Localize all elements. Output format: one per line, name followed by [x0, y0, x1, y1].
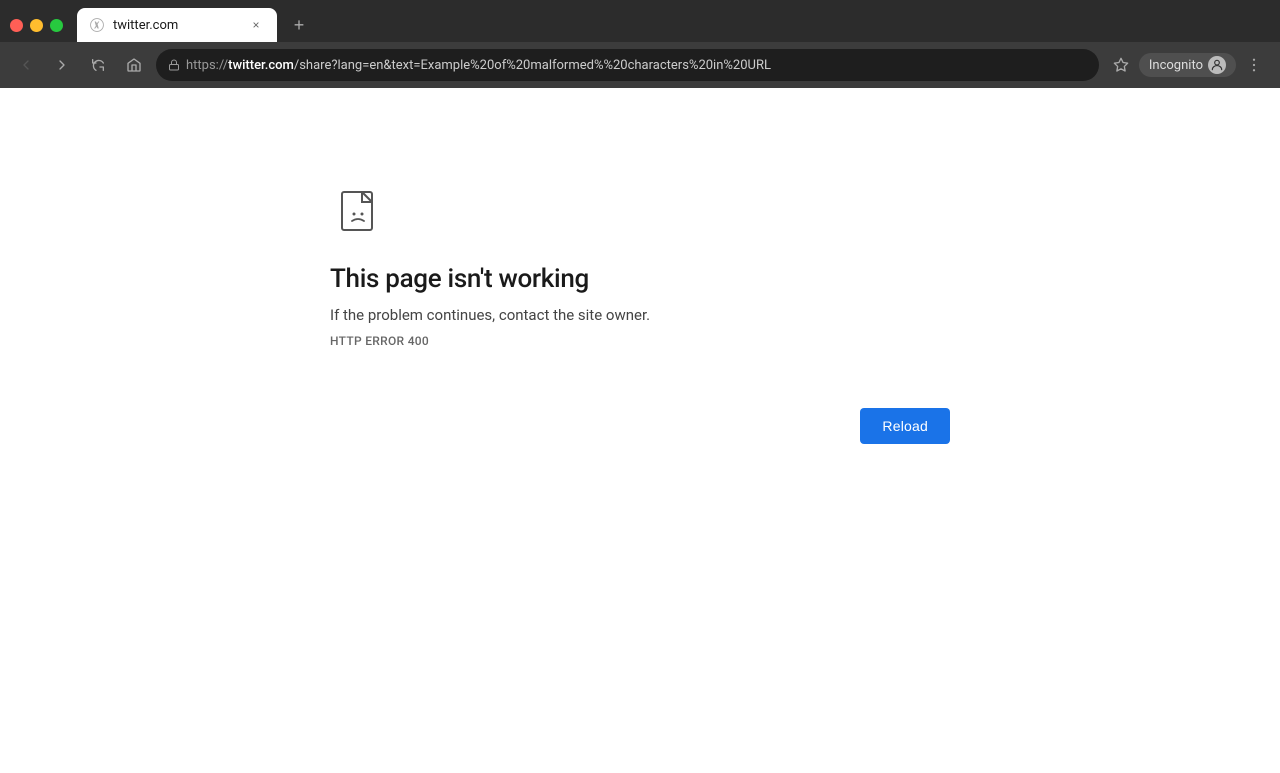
address-bar-right: Incognito: [1107, 51, 1268, 79]
error-heading: This page isn't working: [330, 264, 589, 294]
url-domain: twitter.com: [228, 58, 294, 73]
browser-chrome: twitter.com × +: [0, 0, 1280, 88]
url-protocol: https://: [186, 58, 228, 73]
window-controls: [10, 19, 63, 32]
incognito-label: Incognito: [1149, 58, 1203, 73]
page-inner: This page isn't working If the problem c…: [0, 188, 1280, 444]
tab-title: twitter.com: [113, 18, 239, 33]
page-reload-button[interactable]: Reload: [860, 408, 950, 444]
content-row: Reload: [330, 408, 950, 444]
reload-button[interactable]: [84, 51, 112, 79]
lock-icon: [168, 59, 180, 71]
minimize-button[interactable]: [30, 19, 43, 32]
home-button[interactable]: [120, 51, 148, 79]
tab-bar: twitter.com × +: [0, 0, 1280, 42]
forward-button[interactable]: [48, 51, 76, 79]
error-container: This page isn't working If the problem c…: [330, 188, 950, 348]
error-description: If the problem continues, contact the si…: [330, 306, 650, 324]
tab-close-button[interactable]: ×: [247, 16, 265, 34]
incognito-icon: [1208, 56, 1226, 74]
error-icon: [334, 188, 386, 244]
page-content: This page isn't working If the problem c…: [0, 88, 1280, 773]
active-tab[interactable]: twitter.com ×: [77, 8, 277, 42]
error-code: HTTP ERROR 400: [330, 334, 429, 348]
new-tab-button[interactable]: +: [285, 11, 313, 39]
back-button[interactable]: [12, 51, 40, 79]
maximize-button[interactable]: [50, 19, 63, 32]
twitter-favicon-icon: [89, 17, 105, 33]
url-bar[interactable]: https://twitter.com/share?lang=en&text=E…: [156, 49, 1099, 81]
url-text: https://twitter.com/share?lang=en&text=E…: [186, 58, 1087, 73]
url-path: /share?lang=en&text=Example%20of%20malfo…: [294, 58, 771, 73]
incognito-badge[interactable]: Incognito: [1139, 53, 1236, 77]
address-bar: https://twitter.com/share?lang=en&text=E…: [0, 42, 1280, 88]
close-button[interactable]: [10, 19, 23, 32]
bookmark-button[interactable]: [1107, 51, 1135, 79]
menu-button[interactable]: [1240, 51, 1268, 79]
